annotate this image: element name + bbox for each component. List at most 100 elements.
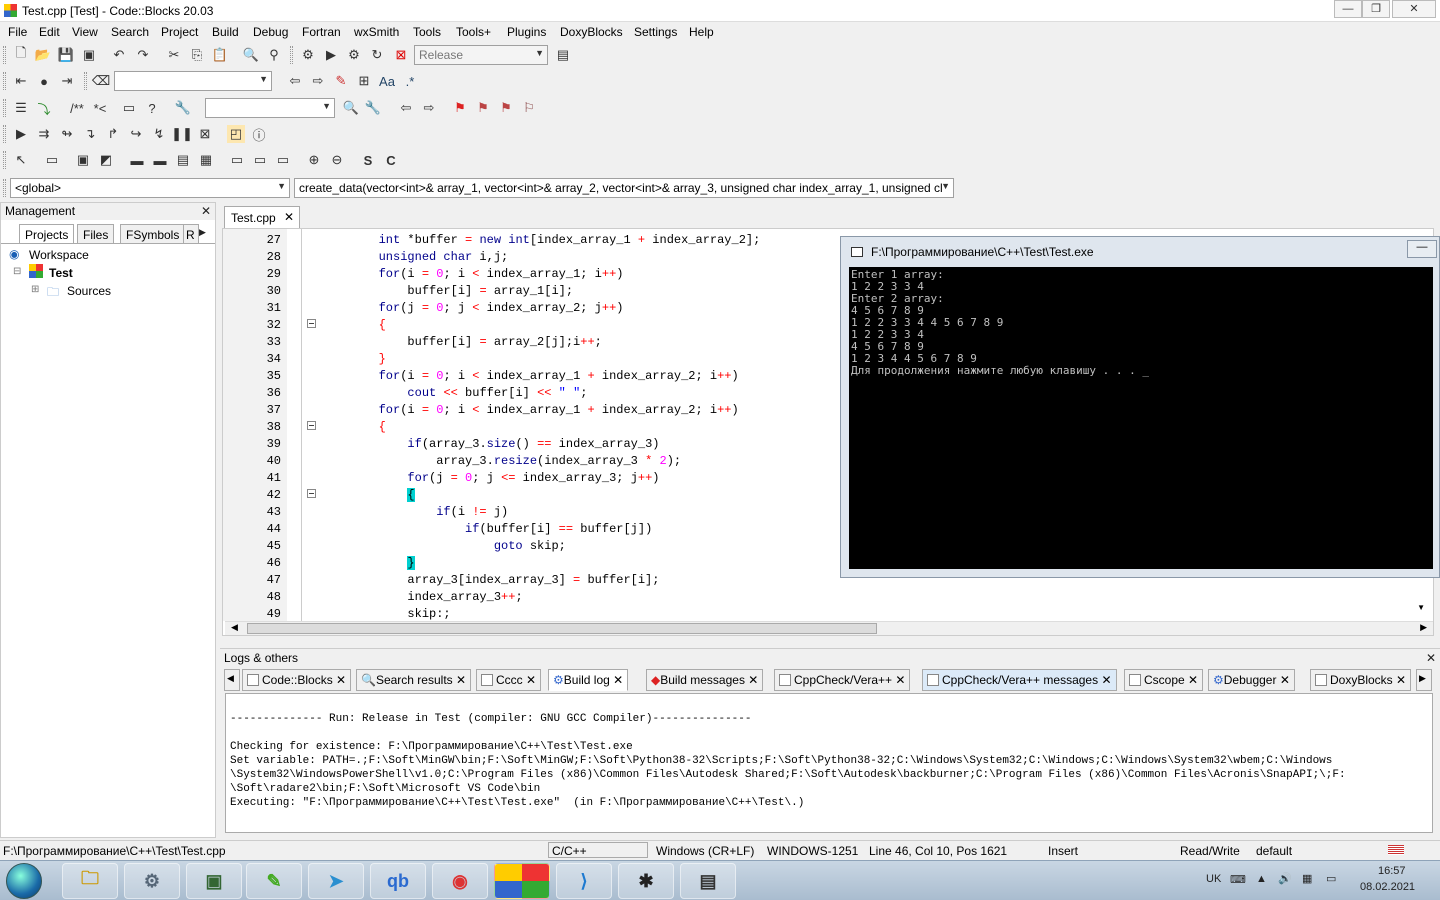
frame3-icon[interactable]: ▭ xyxy=(274,151,292,169)
code-line[interactable]: array_3[index_array_3] = buffer[i]; xyxy=(321,573,659,587)
console-minimize-button[interactable]: — xyxy=(1407,240,1437,258)
pointer-icon[interactable]: ↖ xyxy=(12,151,30,169)
toolbar-grip[interactable] xyxy=(3,179,6,197)
zoom-out-icon[interactable]: ⊖ xyxy=(328,151,346,169)
notepad-icon[interactable]: ✎ xyxy=(246,863,302,899)
paste-icon[interactable]: 📋 xyxy=(211,46,229,64)
step-into-icon[interactable]: ↴ xyxy=(81,125,99,143)
save-icon[interactable]: 💾 xyxy=(57,46,75,64)
stop-icon[interactable]: ⊠ xyxy=(196,125,214,143)
bar3-icon[interactable]: ▤ xyxy=(174,151,192,169)
code-line[interactable]: } xyxy=(321,352,386,366)
close-icon[interactable]: ✕ xyxy=(336,673,346,687)
next-line-icon[interactable]: ↬ xyxy=(58,125,76,143)
cut-icon[interactable]: ✂ xyxy=(165,46,183,64)
clear-icon[interactable]: ⌫ xyxy=(92,72,110,90)
menu-build[interactable]: Build xyxy=(212,25,239,39)
bookmark-icon[interactable]: ● xyxy=(35,72,53,90)
minimize-button[interactable]: — xyxy=(1334,0,1362,18)
run-to-icon[interactable]: ⤵ xyxy=(35,99,53,117)
tab-doxyblocks[interactable]: DoxyBlocks ✕ xyxy=(1310,669,1412,691)
expand-icon[interactable]: ⊞ xyxy=(31,284,39,295)
tab-codeblocks-log[interactable]: Code::Blocks ✕ xyxy=(242,669,352,691)
clock-time[interactable]: 16:57 xyxy=(1378,865,1406,877)
vscode-icon[interactable]: ⟩ xyxy=(556,863,612,899)
info-icon[interactable]: ⓘ xyxy=(250,125,268,143)
tab-build-messages[interactable]: ◆Build messages ✕ xyxy=(646,669,764,691)
code-line[interactable]: index_array_3++; xyxy=(321,590,522,604)
collapse-icon[interactable]: ⊟ xyxy=(13,266,21,277)
prev-icon[interactable]: ⇦ xyxy=(397,99,415,117)
code-line[interactable]: if(array_3.size() == index_array_3) xyxy=(321,437,659,451)
menu-help[interactable]: Help xyxy=(689,25,714,39)
close-icon[interactable]: ✕ xyxy=(201,204,211,218)
open-icon[interactable]: 📂 xyxy=(34,46,52,64)
status-language[interactable]: C/C++ xyxy=(548,842,648,858)
code-line[interactable]: } xyxy=(321,556,415,570)
image-icon[interactable]: ▣ xyxy=(74,151,92,169)
toolbar-grip[interactable] xyxy=(84,72,87,90)
code-line[interactable]: { xyxy=(321,488,415,502)
menu-doxyblocks[interactable]: DoxyBlocks xyxy=(560,25,623,39)
scroll-thumb[interactable] xyxy=(247,623,877,634)
close-icon[interactable]: ✕ xyxy=(1188,673,1198,687)
console-taskbar-icon[interactable]: ▤ xyxy=(680,863,736,899)
menu-project[interactable]: Project xyxy=(161,25,198,39)
frame1-icon[interactable]: ▭ xyxy=(228,151,246,169)
jump-back-icon[interactable]: ⇤ xyxy=(12,72,30,90)
toolbar-grip[interactable] xyxy=(290,46,293,64)
selection-icon[interactable]: ⊞ xyxy=(355,72,373,90)
replace-icon[interactable]: ⚲ xyxy=(265,46,283,64)
toolbar-grip[interactable] xyxy=(3,72,6,90)
undo-icon[interactable]: ↶ xyxy=(110,46,128,64)
tab-cccc[interactable]: Cccc ✕ xyxy=(476,669,542,691)
tree-project[interactable]: Test xyxy=(49,266,73,280)
next-instruction-icon[interactable]: ↪ xyxy=(127,125,145,143)
toolbar-grip[interactable] xyxy=(3,99,6,117)
menu-settings[interactable]: Settings xyxy=(634,25,677,39)
tree-workspace[interactable]: Workspace xyxy=(29,248,89,262)
close-icon[interactable]: ✕ xyxy=(1426,651,1436,665)
tab-cppcheck[interactable]: CppCheck/Vera++ ✕ xyxy=(774,669,911,691)
bug-icon[interactable]: ✱ xyxy=(618,863,674,899)
menu-tools[interactable]: Tools xyxy=(413,25,441,39)
code-line[interactable]: goto skip; xyxy=(321,539,566,553)
find-icon[interactable]: 🔍 xyxy=(242,46,260,64)
console-window[interactable]: F:\Программирование\C++\Test\Test.exe — … xyxy=(840,236,1440,578)
flag-icon[interactable]: ⚑ xyxy=(451,99,469,117)
flag-next-icon[interactable]: ⚑ xyxy=(497,99,515,117)
fold-toggle[interactable] xyxy=(307,319,316,328)
function-select[interactable]: create_data(vector<int>& array_1, vector… xyxy=(294,178,954,198)
code-line[interactable]: skip:; xyxy=(321,607,450,621)
symbol-combo[interactable]: ▼ xyxy=(205,98,335,118)
speaker-icon[interactable]: 🔊 xyxy=(1278,872,1292,885)
menu-debug[interactable]: Debug xyxy=(253,25,288,39)
help-icon[interactable]: ? xyxy=(143,99,161,117)
menu-edit[interactable]: Edit xyxy=(39,25,60,39)
code-line[interactable]: int *buffer = new int[index_array_1 + in… xyxy=(321,233,761,247)
copy-icon[interactable]: ⎘ xyxy=(188,46,206,64)
pause-icon[interactable]: ❚❚ xyxy=(171,125,193,143)
scroll-right-icon[interactable]: ▶ xyxy=(1420,622,1427,633)
stack-icon[interactable]: ☰ xyxy=(12,99,30,117)
run-icon[interactable]: ▶ xyxy=(322,46,340,64)
close-icon[interactable]: ✕ xyxy=(613,673,623,687)
code-line[interactable]: unsigned char i,j; xyxy=(321,250,509,264)
horizontal-scrollbar[interactable]: ◀ ▶ xyxy=(225,621,1433,635)
match-case-icon[interactable]: Aa xyxy=(378,72,396,90)
keyboard-icon[interactable]: ⌨ xyxy=(1230,873,1246,886)
tab-cppcheck-messages[interactable]: CppCheck/Vera++ messages ✕ xyxy=(922,669,1117,691)
step-out-icon[interactable]: ↱ xyxy=(104,125,122,143)
settings-icon[interactable]: 🔧 xyxy=(364,99,382,117)
code-line[interactable]: { xyxy=(321,318,386,332)
close-icon[interactable]: ✕ xyxy=(1280,673,1290,687)
uncomment-icon[interactable]: *< xyxy=(89,99,111,117)
next-icon[interactable]: ⇨ xyxy=(420,99,438,117)
tab-files[interactable]: Files xyxy=(77,224,115,244)
flag-prev-icon[interactable]: ⚑ xyxy=(474,99,492,117)
code-line[interactable]: array_3.resize(index_array_3 * 2); xyxy=(321,454,681,468)
menu-fortran[interactable]: Fortran xyxy=(302,25,341,39)
menu-file[interactable]: File xyxy=(8,25,27,39)
redo-icon[interactable]: ↷ xyxy=(134,46,152,64)
chrome-icon[interactable]: ◉ xyxy=(432,863,488,899)
